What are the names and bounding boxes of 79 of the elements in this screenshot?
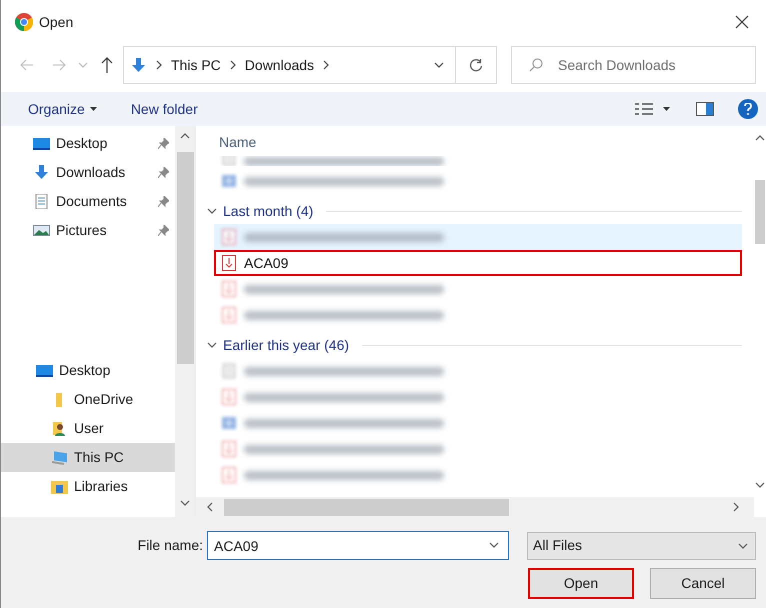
up-arrow-icon — [101, 57, 113, 73]
nav-label: Libraries — [74, 477, 128, 496]
pdf-file-icon — [222, 307, 236, 323]
pdf-file-icon — [222, 255, 236, 271]
nav-item[interactable]: Downloads — [1, 158, 175, 187]
browser-logo-icon — [15, 13, 33, 31]
search-icon — [529, 58, 543, 72]
file-name-field[interactable]: ACA09 — [207, 531, 509, 560]
pin-icon — [158, 138, 169, 149]
back-arrow-icon — [20, 59, 34, 71]
organize-menu-button[interactable]: Organize — [28, 98, 97, 120]
nav-item[interactable]: This PC — [1, 443, 175, 472]
file-type-dropdown[interactable]: All Files — [527, 532, 756, 560]
user-folder-icon — [51, 421, 68, 436]
nav-item[interactable]: OneDrive — [1, 385, 175, 414]
document-file-icon — [222, 415, 236, 431]
blurred-file-row[interactable] — [214, 224, 742, 250]
scrollbar-thumb[interactable] — [224, 498, 509, 516]
pdf-file-icon — [222, 441, 236, 457]
nav-label: Desktop — [59, 361, 110, 380]
group-heading[interactable]: Earlier this year (46) — [223, 334, 350, 356]
pdf-file-icon — [222, 281, 236, 297]
file-row[interactable]: ACA09 — [214, 250, 742, 276]
nav-item[interactable]: Documents — [1, 187, 175, 216]
picture-icon — [33, 223, 50, 238]
library-icon — [51, 479, 68, 494]
monitor-icon — [33, 136, 50, 151]
pdf-file-icon — [222, 389, 236, 405]
view-options-button[interactable] — [635, 102, 670, 116]
pin-icon — [158, 167, 169, 178]
nav-label: Documents — [56, 192, 127, 211]
help-button[interactable] — [738, 99, 758, 119]
vertical-scrollbar[interactable] — [175, 126, 195, 517]
pdf-file-icon — [222, 229, 236, 245]
refresh-icon — [469, 58, 483, 72]
nav-label: OneDrive — [74, 390, 134, 409]
dialog-button[interactable]: Cancel — [650, 568, 756, 599]
nav-item[interactable]: Desktop — [1, 129, 175, 158]
pdf-file-icon — [222, 467, 236, 483]
document-file-icon — [222, 173, 236, 189]
group-heading[interactable]: Last month (4) — [223, 200, 314, 222]
search-field[interactable]: Search Downloads — [511, 46, 756, 84]
caret-icon — [663, 107, 670, 111]
forward-arrow-icon — [52, 59, 66, 71]
download-arrow-icon — [130, 58, 147, 72]
text-file-icon — [222, 363, 236, 379]
nav-label: Desktop — [56, 134, 108, 153]
nav-label: User — [74, 419, 104, 438]
close-icon — [735, 15, 749, 29]
nav-label: This PC — [74, 448, 124, 467]
nav-item[interactable]: Desktop — [1, 356, 175, 385]
nav-item[interactable]: Pictures — [1, 216, 175, 245]
scrollbar-thumb[interactable] — [176, 152, 194, 364]
monitor-icon — [36, 363, 53, 378]
new-folder-button[interactable]: New folder — [130, 98, 198, 120]
pin-icon — [158, 225, 169, 236]
name-column-header[interactable]: Name — [219, 132, 754, 154]
address-bar[interactable]: This PC Downloads — [123, 46, 497, 84]
question-mark-icon — [744, 103, 752, 115]
nav-item[interactable]: Libraries — [1, 472, 175, 501]
breadcrumb-item[interactable]: This PC — [171, 54, 221, 76]
scrollbar-thumb[interactable] — [755, 180, 765, 244]
horizontal-scrollbar[interactable] — [196, 497, 754, 517]
file-name: ACA09 — [244, 254, 288, 272]
nav-label: Pictures — [56, 221, 107, 240]
document-icon — [33, 194, 50, 209]
window-title: Open — [39, 12, 74, 32]
pin-icon — [158, 196, 169, 207]
file-name-label: File name: — [138, 536, 203, 555]
caret-icon — [90, 107, 97, 111]
preview-pane-button[interactable] — [696, 102, 714, 116]
nav-item[interactable]: User — [1, 414, 175, 443]
preview-pane-icon — [696, 102, 714, 116]
nav-label: Downloads — [56, 163, 126, 182]
dialog-button[interactable]: Open — [528, 568, 634, 599]
details-view-icon — [635, 102, 653, 116]
download-arrow-icon — [33, 165, 50, 180]
computer-icon — [51, 450, 68, 465]
breadcrumb-item[interactable]: Downloads — [244, 54, 314, 76]
